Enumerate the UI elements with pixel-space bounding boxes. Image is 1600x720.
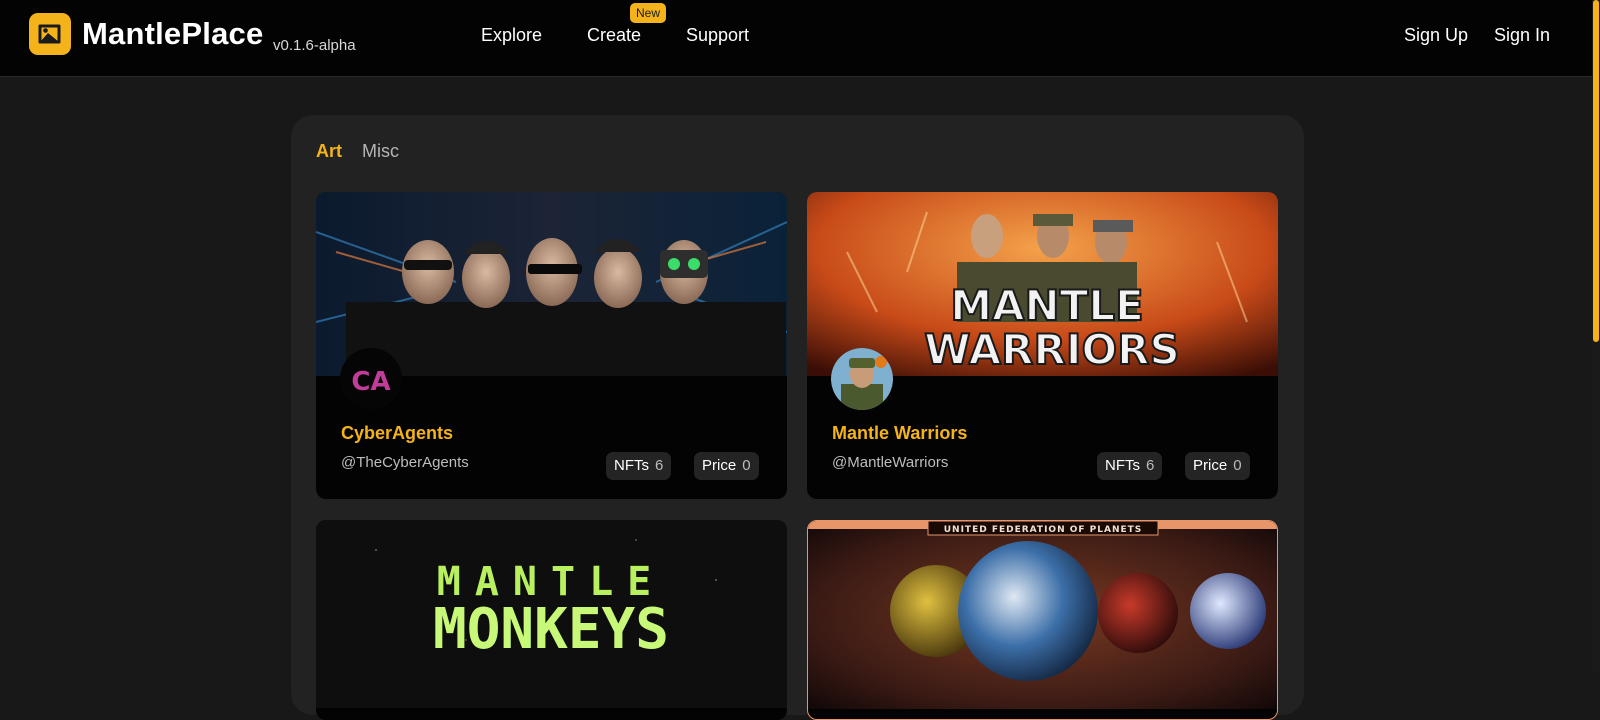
- banner-title-top: MANTLE: [950, 281, 1144, 330]
- price-value: 0: [742, 457, 751, 474]
- collection-name[interactable]: Mantle Warriors: [832, 422, 967, 444]
- price-pill: Price 0: [1185, 452, 1250, 480]
- nav-support[interactable]: Support: [686, 24, 749, 46]
- nav-explore[interactable]: Explore: [481, 24, 542, 46]
- price-label: Price: [1193, 457, 1228, 474]
- price-label: Price: [702, 457, 737, 474]
- collection-avatar: [831, 348, 893, 410]
- collection-banner: UNITED FEDERATION OF PLANETS: [808, 521, 1277, 709]
- collection-banner: MANTLE MONKEYS: [316, 520, 787, 708]
- top-header: MantlePlace v0.1.6-alpha Explore Create …: [0, 0, 1600, 77]
- collection-name[interactable]: CyberAgents: [341, 422, 453, 444]
- nfts-count-pill: NFTs 6: [1097, 452, 1163, 480]
- sign-in-link[interactable]: Sign In: [1494, 24, 1550, 46]
- price-value: 0: [1233, 457, 1242, 474]
- nfts-label: NFTs: [1105, 457, 1140, 474]
- collection-avatar: CA: [340, 348, 402, 410]
- nfts-value: 6: [1146, 457, 1155, 474]
- banner-title-bottom: MONKEYS: [433, 597, 669, 662]
- tab-art[interactable]: Art: [316, 140, 342, 162]
- nfts-count-pill: NFTs 6: [606, 452, 672, 480]
- brand-name[interactable]: MantlePlace: [82, 15, 263, 53]
- nfts-value: 6: [655, 457, 664, 474]
- version-label: v0.1.6-alpha: [273, 37, 356, 54]
- nav-create[interactable]: Create: [587, 24, 641, 46]
- collection-handle[interactable]: @MantleWarriors: [832, 454, 948, 472]
- collection-handle[interactable]: @TheCyberAgents: [341, 454, 469, 472]
- banner-title-bottom: WARRIORS: [924, 325, 1180, 374]
- collection-card-mantle-monkeys[interactable]: MANTLE MONKEYS: [316, 520, 787, 720]
- scrollbar-thumb[interactable]: [1593, 0, 1599, 342]
- collection-card-cyberagents[interactable]: CA CyberAgents @TheCyberAgents NFTs 6 Pri…: [316, 192, 787, 499]
- image-icon[interactable]: [29, 13, 71, 55]
- sign-up-link[interactable]: Sign Up: [1404, 24, 1468, 46]
- nfts-label: NFTs: [614, 457, 649, 474]
- tab-misc[interactable]: Misc: [362, 140, 399, 162]
- price-pill: Price 0: [694, 452, 759, 480]
- avatar-logo-text: CA: [351, 367, 390, 397]
- new-badge: New: [630, 3, 667, 23]
- collection-card-mantle-warriors[interactable]: MANTLE WARRIORS Mantle Warriors @MantleW…: [807, 192, 1278, 499]
- page-scrollbar[interactable]: [1592, 0, 1600, 672]
- collection-card-united-federation[interactable]: UNITED FEDERATION OF PLANETS: [807, 520, 1278, 720]
- banner-title: UNITED FEDERATION OF PLANETS: [944, 525, 1143, 535]
